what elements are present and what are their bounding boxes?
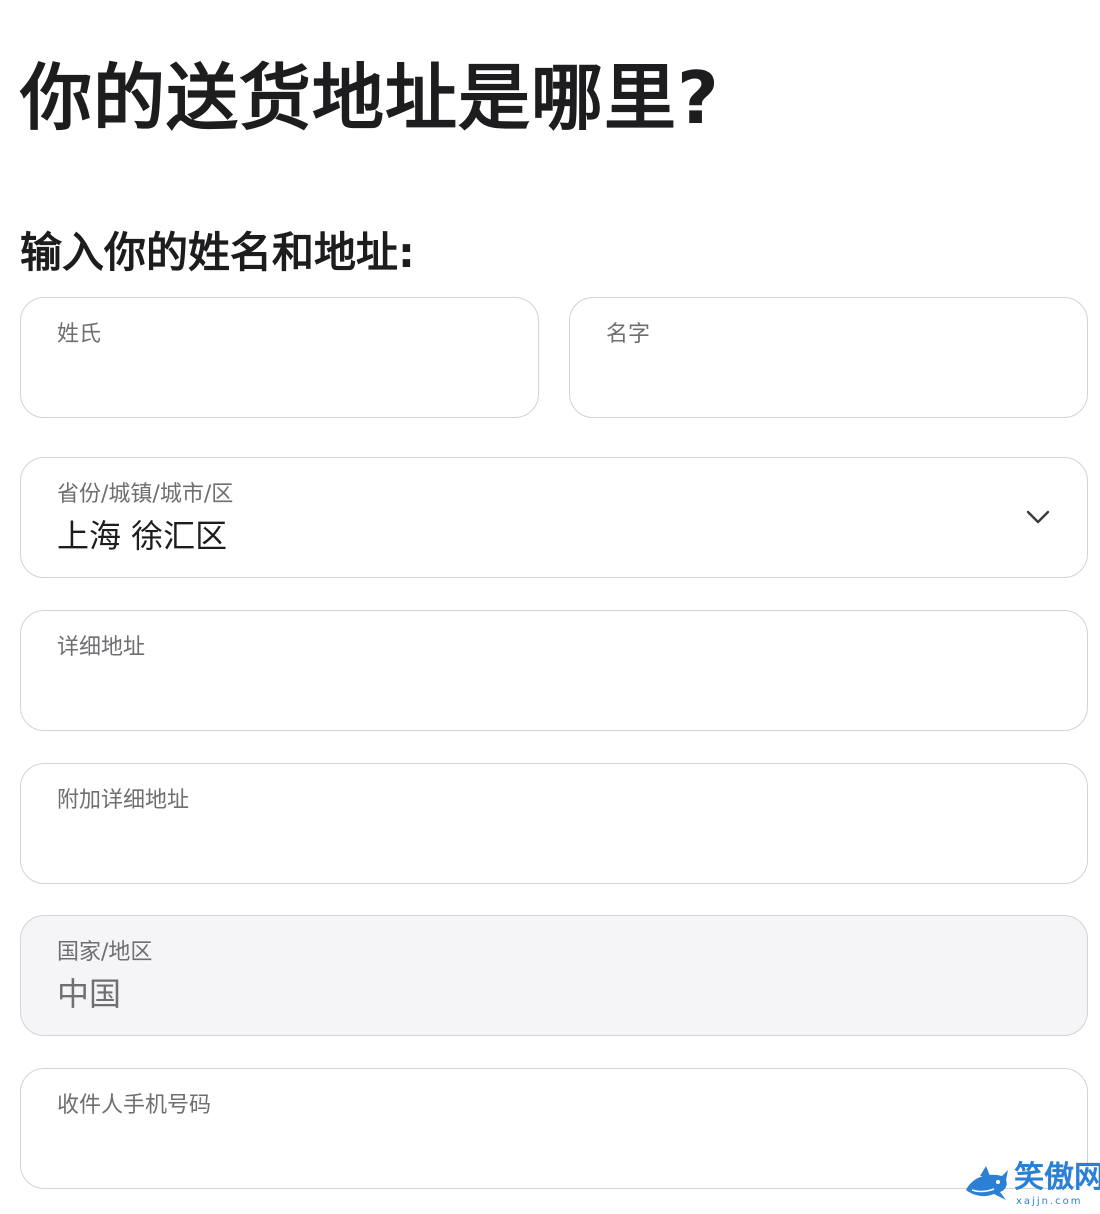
watermark-url: xajjn.com [1016, 1196, 1083, 1207]
region-label: 省份/城镇/城市/区 [57, 482, 234, 507]
country-value: 中国 [57, 975, 122, 1013]
shark-logo-icon [966, 1166, 1008, 1200]
watermark: 笑傲网 xajjn.com [962, 1160, 1100, 1212]
section-title: 输入你的姓名和地址: [20, 227, 415, 277]
country-field: 国家/地区 中国 [20, 915, 1088, 1036]
first-name-field[interactable]: 名字 [569, 297, 1088, 418]
phone-label: 收件人手机号码 [57, 1093, 212, 1118]
region-value[interactable]: 上海 徐汇区 [57, 514, 227, 558]
last-name-label: 姓氏 [57, 322, 102, 347]
region-select[interactable]: 省份/城镇/城市/区 上海 徐汇区 [20, 457, 1088, 578]
street-address-label: 详细地址 [57, 635, 146, 660]
street-address-field[interactable]: 详细地址 [20, 610, 1088, 731]
country-label: 国家/地区 [57, 940, 153, 965]
page-title: 你的送货地址是哪里? [20, 56, 720, 141]
last-name-field[interactable]: 姓氏 [20, 297, 539, 418]
watermark-text: 笑傲网 [1014, 1160, 1100, 1195]
additional-address-label: 附加详细地址 [57, 788, 190, 813]
additional-address-field[interactable]: 附加详细地址 [20, 763, 1088, 884]
phone-field[interactable]: 收件人手机号码 [20, 1068, 1088, 1189]
first-name-label: 名字 [606, 322, 651, 347]
chevron-down-icon[interactable] [1023, 502, 1053, 532]
